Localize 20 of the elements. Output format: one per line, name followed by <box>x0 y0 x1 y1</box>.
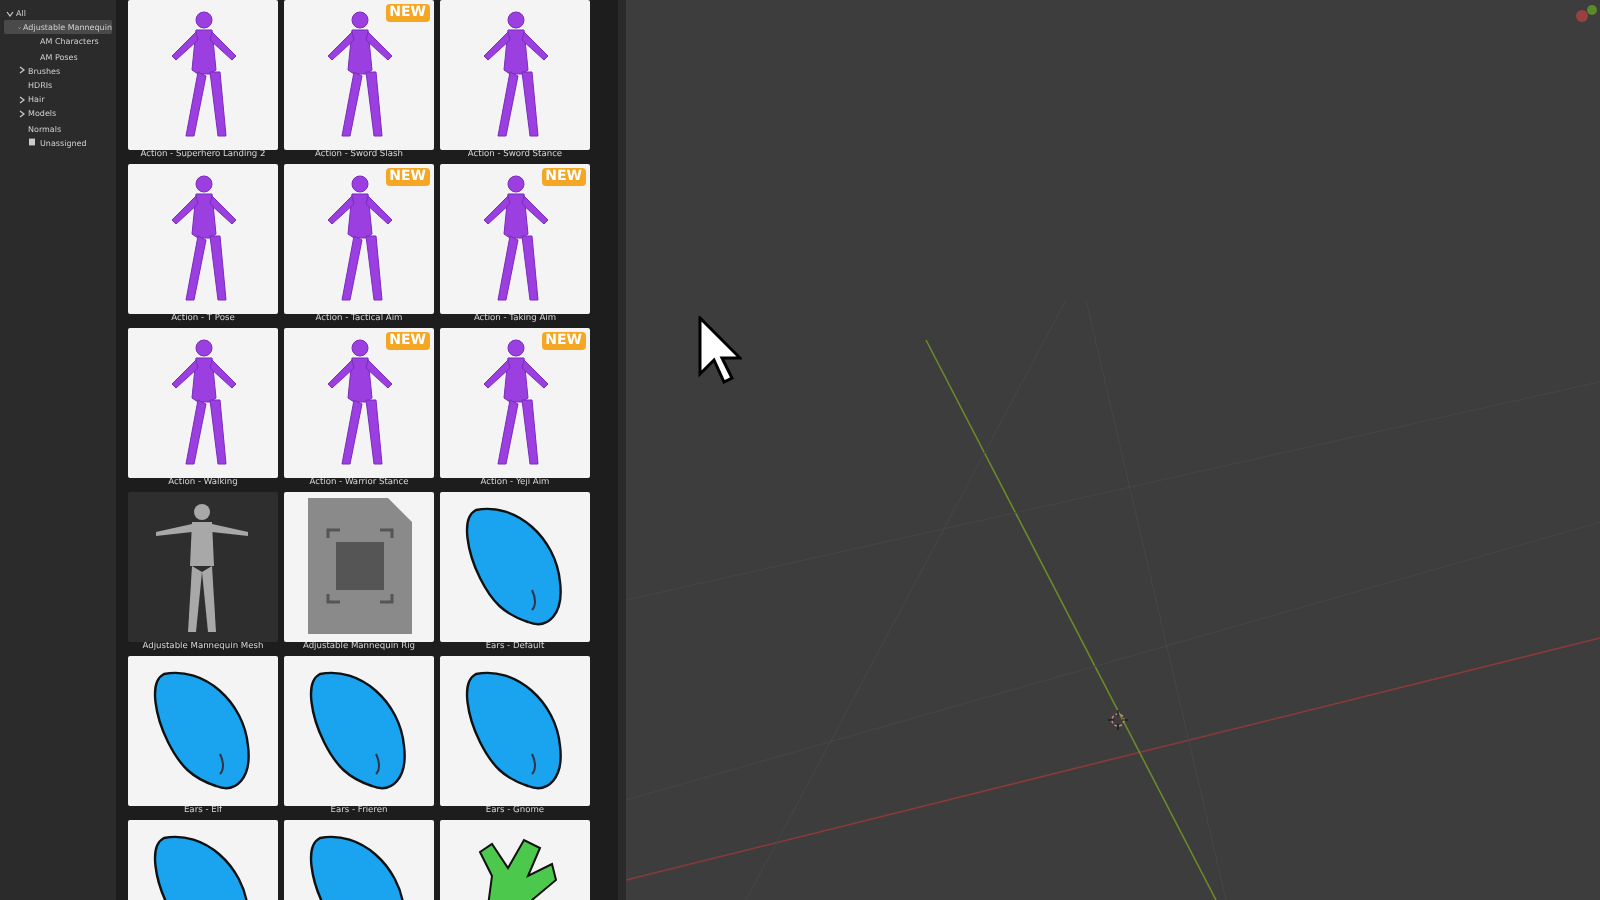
asset-thumbnail[interactable] <box>440 656 590 806</box>
mouse-pointer-icon <box>698 316 742 384</box>
mannequin-mesh-drawing <box>152 500 252 636</box>
asset-thumbnail[interactable] <box>128 0 278 150</box>
file-placeholder-icon <box>308 498 412 634</box>
asset-thumbnail[interactable] <box>284 492 434 642</box>
chevron-icon[interactable] <box>18 109 26 118</box>
asset-thumbnail[interactable] <box>284 656 434 806</box>
asset-thumbnail[interactable] <box>128 492 278 642</box>
asset-thumbnail[interactable] <box>440 0 590 150</box>
asset-thumbnail[interactable] <box>128 164 278 314</box>
chevron-icon[interactable] <box>18 95 26 104</box>
chevron-icon[interactable] <box>18 66 26 75</box>
asset-thumbnail[interactable] <box>128 656 278 806</box>
3d-cursor-icon <box>1108 710 1128 730</box>
axis-gizmo-icon <box>1574 4 1598 24</box>
asset-thumbnail[interactable] <box>128 328 278 478</box>
asset-thumbnail[interactable] <box>440 492 590 642</box>
document-icon <box>28 138 36 147</box>
chevron-icon[interactable] <box>6 9 14 18</box>
